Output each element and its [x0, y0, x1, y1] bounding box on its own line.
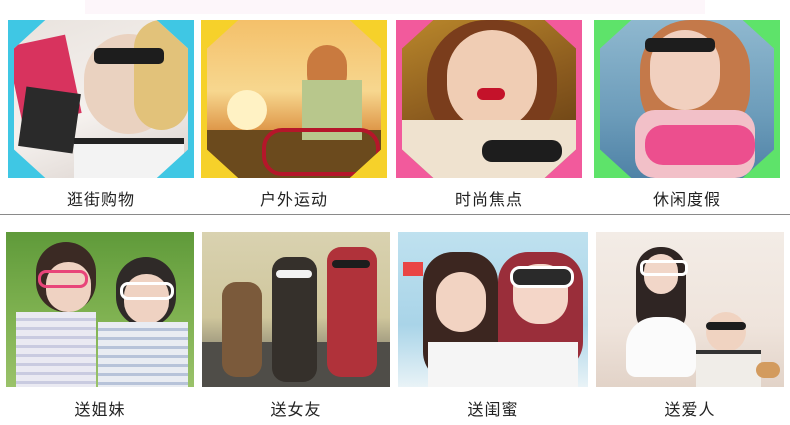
heart-glasses-icon: [38, 270, 88, 288]
photo-girlfriend[interactable]: [202, 232, 390, 387]
girl-figure: [222, 282, 262, 377]
sunglasses-icon: [94, 48, 164, 64]
outdoor-photo: [207, 20, 381, 178]
label-fashion: 时尚焦点: [454, 190, 523, 209]
sunglasses-icon: [706, 322, 746, 330]
batman-shirt: [98, 322, 188, 387]
red-lips: [477, 88, 505, 100]
label-vacation: 休闲度假: [652, 190, 721, 209]
white-shirts: [428, 342, 578, 387]
photo-lover[interactable]: [596, 232, 784, 387]
label-bestfriend: 送闺蜜: [467, 400, 519, 419]
sunglasses-icon: [645, 38, 715, 52]
label-girlfriend: 送女友: [270, 400, 322, 419]
girl-face: [436, 272, 486, 332]
sunglasses-icon: [276, 270, 312, 278]
shopping-bag-dark: [18, 86, 81, 154]
shopping-photo: [14, 20, 188, 178]
groom-face: [706, 312, 746, 352]
label-outdoor: 户外运动: [259, 190, 328, 209]
section-divider: [0, 214, 790, 215]
tile-fashion[interactable]: [396, 20, 582, 178]
pink-swimsuit: [645, 125, 755, 165]
photo-bestfriend[interactable]: [398, 232, 588, 387]
flag: [403, 262, 423, 276]
teddy-bear: [756, 362, 780, 378]
sunglasses-icon: [482, 140, 562, 162]
label-shopping: 逛街购物: [66, 190, 135, 209]
photo-sisters[interactable]: [6, 232, 194, 387]
tile-shopping[interactable]: [8, 20, 194, 178]
vacation-photo: [600, 20, 774, 178]
top-banner-strip: [85, 0, 705, 14]
tile-vacation[interactable]: [594, 20, 780, 178]
batman-shirt: [16, 312, 96, 387]
sunglasses-icon: [332, 260, 370, 268]
label-lover: 送爱人: [664, 400, 716, 419]
model-face: [447, 30, 537, 130]
tile-outdoor[interactable]: [201, 20, 387, 178]
fashion-photo: [402, 20, 576, 178]
white-glasses-icon: [120, 282, 174, 300]
sun: [227, 90, 267, 130]
groom-shirt: [696, 350, 761, 387]
label-sisters: 送姐妹: [74, 400, 126, 419]
sunglasses-icon: [510, 266, 574, 288]
white-dress: [626, 317, 696, 377]
white-glasses-icon: [640, 260, 688, 276]
